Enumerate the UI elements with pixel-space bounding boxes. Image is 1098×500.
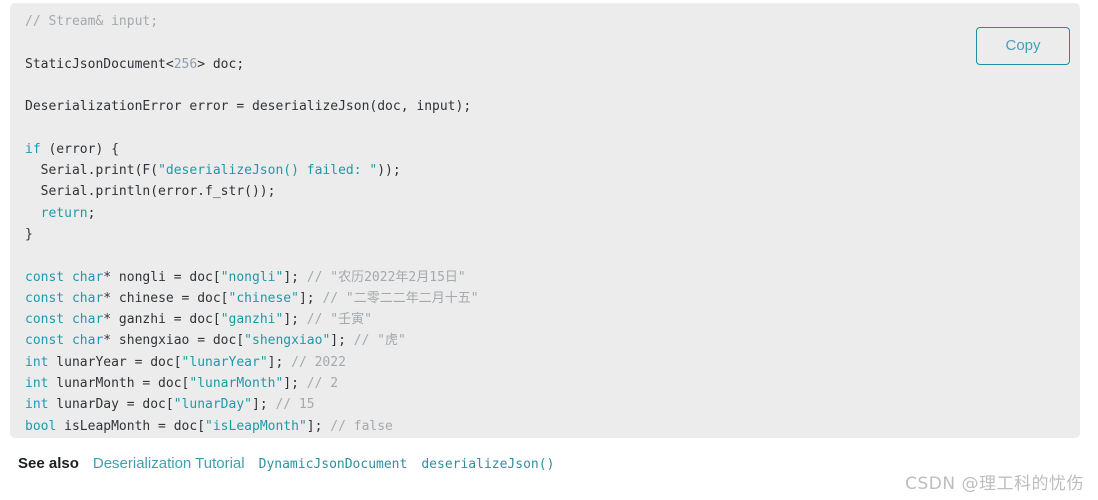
code-token-number: 256 <box>173 56 198 72</box>
code-punct: ]; <box>330 333 354 349</box>
code-token-keyword: const <box>25 312 65 328</box>
code-token-keyword: char <box>71 312 104 328</box>
code-line: // Stream& input; <box>25 11 479 32</box>
code-token-comment: // false <box>330 418 393 434</box>
code-punct: error = <box>181 99 252 115</box>
code-token-keyword: char <box>71 290 104 306</box>
code-token-keyword: bool <box>25 418 57 434</box>
code-punct: Serial.print(F( <box>25 163 159 179</box>
code-token-keyword: int <box>25 354 49 370</box>
code-line: bool isLeapMonth = doc["isLeapMonth"]; /… <box>25 416 479 437</box>
code-token-keyword: const <box>25 269 65 285</box>
code-line: const char* ganzhi = doc["ganzhi"]; // "… <box>25 309 479 330</box>
code-line: int lunarYear = doc["lunarYear"]; // 202… <box>25 352 479 373</box>
code-token-type: StaticJsonDocument <box>25 56 166 72</box>
code-token-comment: // 2022 <box>291 354 346 370</box>
code-line: const char* nongli = doc["nongli"]; // "… <box>25 267 479 288</box>
code-punct: (doc, input); <box>369 99 472 115</box>
code-punct: ]; <box>252 397 276 413</box>
code-token-keyword: if <box>25 141 41 157</box>
code-token-string: "isLeapMonth" <box>205 418 307 434</box>
code-token-keyword: const <box>25 333 65 349</box>
code-token-string: "lunarMonth" <box>189 376 284 392</box>
code-line: Serial.println(error.f_str()); <box>25 181 479 202</box>
code-line: Serial.print(F("deserializeJson() failed… <box>25 160 479 181</box>
code-punct: * nongli = doc[ <box>103 269 221 285</box>
code-punct: ]; <box>283 376 307 392</box>
code-token-keyword: const <box>25 290 65 306</box>
code-line: DeserializationError error = deserialize… <box>25 96 479 117</box>
code-token-comment: // "农历2022年2月15日" <box>306 269 466 285</box>
code-punct: ]; <box>306 418 331 434</box>
code-token-comment: // 2 <box>306 376 339 392</box>
code-punct: isLeapMonth = doc[ <box>56 418 206 434</box>
see-also-link-deserialization-tutorial[interactable]: Deserialization Tutorial <box>93 455 245 472</box>
see-also-link-dynamicjsondocument[interactable]: DynamicJsonDocument <box>259 457 408 472</box>
code-token-var: doc <box>212 56 237 72</box>
see-also-row: See also Deserialization Tutorial Dynami… <box>18 455 568 472</box>
code-line: const char* chinese = doc["chinese"]; //… <box>25 288 479 309</box>
code-punct: * chinese = doc[ <box>103 290 229 306</box>
code-token-type: DeserializationError <box>25 99 182 115</box>
code-punct: > <box>197 56 213 72</box>
code-content[interactable]: // Stream& input; StaticJsonDocument<256… <box>25 11 479 437</box>
csdn-watermark: CSDN @理工科的忧伤 <box>905 474 1084 494</box>
code-punct: ; <box>87 205 96 221</box>
code-punct: ]; <box>283 312 307 328</box>
code-punct: * ganzhi = doc[ <box>103 312 221 328</box>
code-token-keyword: char <box>71 269 104 285</box>
code-line: int lunarMonth = doc["lunarMonth"]; // 2 <box>25 373 479 394</box>
code-token-string: "lunarYear" <box>181 354 268 370</box>
code-token-comment: // Stream& input; <box>25 14 159 29</box>
code-line: return; <box>25 203 479 224</box>
code-punct: (error) { <box>40 141 119 157</box>
code-punct: ]; <box>283 269 307 285</box>
code-punct: } <box>25 226 33 242</box>
code-token-string: "lunarDay" <box>173 397 252 413</box>
code-block: // Stream& input; StaticJsonDocument<256… <box>10 3 1080 438</box>
code-line: const char* shengxiao = doc["shengxiao"]… <box>25 330 479 351</box>
code-line: } <box>25 224 479 245</box>
code-token-comment: // "二零二二年二月十五" <box>322 290 479 306</box>
code-token-string: "nongli" <box>220 269 284 285</box>
code-token-comment: // "壬寅" <box>306 312 372 328</box>
see-also-link-deserializejson[interactable]: deserializeJson() <box>421 457 554 472</box>
code-token-string: "shengxiao" <box>244 333 331 349</box>
code-line: int lunarDay = doc["lunarDay"]; // 15 <box>25 394 479 415</box>
code-punct: )); <box>377 163 401 179</box>
code-punct: lunarYear = doc[ <box>48 354 182 370</box>
code-token-keyword: char <box>71 333 104 349</box>
code-punct: < <box>165 56 174 72</box>
see-also-label: See also <box>18 455 79 472</box>
code-line: if (error) { <box>25 139 479 160</box>
copy-button[interactable]: Copy <box>976 27 1070 65</box>
code-token-string: "ganzhi" <box>220 312 284 328</box>
code-line: StaticJsonDocument<256> doc; <box>25 54 479 75</box>
code-punct: * shengxiao = doc[ <box>103 333 245 349</box>
code-punct: lunarDay = doc[ <box>48 397 174 413</box>
code-token-keyword: return <box>40 205 88 221</box>
code-token-comment: // 15 <box>275 397 315 413</box>
code-punct: ; <box>236 56 245 72</box>
code-punct: ]; <box>267 354 292 370</box>
code-token-keyword: int <box>25 376 49 392</box>
code-token-string: "chinese" <box>228 290 299 306</box>
code-token-comment: // "虎" <box>353 333 406 349</box>
code-punct: lunarMonth = doc[ <box>48 376 190 392</box>
code-punct: ]; <box>298 290 323 306</box>
code-token-string: "deserializeJson() failed: " <box>158 163 378 179</box>
code-punct <box>25 206 41 221</box>
code-token-keyword: int <box>25 397 49 413</box>
code-token-fn: deserializeJson <box>252 99 370 115</box>
code-punct: Serial.println(error.f_str()); <box>25 184 276 200</box>
